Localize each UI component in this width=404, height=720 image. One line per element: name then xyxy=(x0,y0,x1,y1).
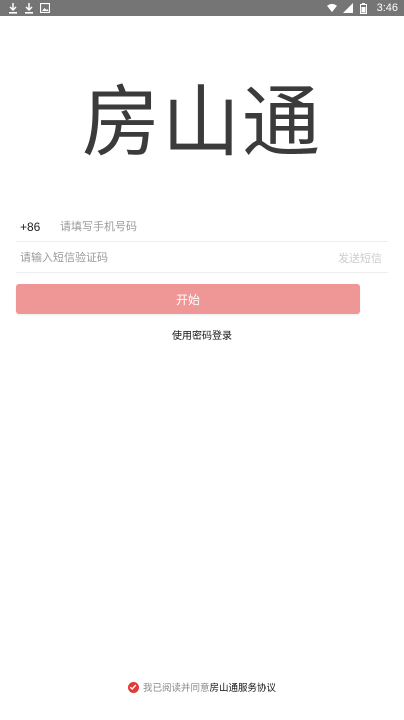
start-button[interactable]: 开始 xyxy=(16,284,360,314)
agreement-link[interactable]: 房山通服务协议 xyxy=(210,683,277,694)
sms-code-input[interactable] xyxy=(16,245,338,270)
login-screen: 3:46 房山通 +86 发送短信 开始 使用密码登录 我已阅读并同意房山通服务… xyxy=(0,0,404,720)
status-bar: 3:46 xyxy=(0,0,404,16)
signal-icon xyxy=(342,2,353,14)
download-icon xyxy=(24,2,34,14)
country-code-selector[interactable]: +86 xyxy=(16,220,60,234)
agreement: 我已阅读并同意房山通服务协议 xyxy=(0,680,404,694)
phone-input[interactable] xyxy=(60,214,388,239)
check-icon[interactable] xyxy=(127,681,139,693)
status-time: 3:46 xyxy=(376,2,398,14)
agreement-prefix: 我已阅读并同意 xyxy=(142,683,210,694)
download-icon xyxy=(8,2,18,14)
send-code-button[interactable]: 发送短信 xyxy=(338,250,388,266)
wifi-icon xyxy=(326,2,337,14)
status-bar-system: 3:46 xyxy=(326,2,398,14)
phone-row: +86 xyxy=(16,212,388,242)
battery-icon xyxy=(359,2,369,14)
app-title: 房山通 xyxy=(81,78,322,168)
status-bar-notifications xyxy=(8,2,50,14)
password-login-link[interactable]: 使用密码登录 xyxy=(0,327,404,342)
code-row: 发送短信 xyxy=(16,243,388,273)
image-icon xyxy=(40,2,50,14)
